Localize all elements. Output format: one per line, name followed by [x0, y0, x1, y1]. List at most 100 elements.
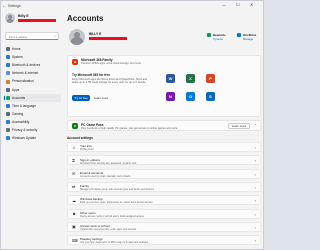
- sidebar-item-label: Gaming: [12, 111, 24, 116]
- chevron-right-icon: ›: [254, 171, 256, 177]
- maximize-button[interactable]: ☐: [236, 2, 240, 7]
- page-title: Accounts: [67, 14, 104, 23]
- settings-row-family[interactable]: ⇄ Family Manage your family group, edit ac…: [67, 181, 261, 192]
- microsoft-365-card: ■ Microsoft 365 Family Premium Office ap…: [67, 55, 261, 117]
- close-button[interactable]: ✕: [250, 2, 253, 7]
- sidebar-user[interactable]: Billy E: [5, 12, 61, 28]
- chevron-right-icon: ›: [254, 145, 256, 150]
- office-app-icon: X: [186, 74, 195, 83]
- setting-icon: ☻: [72, 211, 77, 216]
- account-settings-label: Account settings: [67, 136, 93, 140]
- sidebar-item-label: Apps: [12, 87, 20, 92]
- minimize-button[interactable]: —: [222, 2, 226, 7]
- settings-row-email-accounts[interactable]: ✉ Email & accounts Accounts used by email,…: [67, 168, 261, 179]
- chevron-right-icon: ›: [254, 211, 256, 217]
- office-app-icon: P: [206, 74, 215, 83]
- nav-icon: [6, 63, 10, 68]
- sidebar-item-label: Time & language: [12, 103, 36, 108]
- sidebar-item-personalization[interactable]: Personalization: [3, 77, 61, 85]
- sidebar-item-label: Accounts: [12, 95, 26, 100]
- sidebar: Billy E Find a setting ⌕ Home System Bluet…: [1, 10, 63, 249]
- ms365-heading: Try Microsoft 365 for free: [72, 73, 111, 77]
- nav-icon: [6, 71, 10, 76]
- ms365-description: Enjoy Microsoft apps like Word, Excel an…: [72, 78, 148, 85]
- ms365-subtitle: Premium Office apps, extra cloud storage…: [81, 62, 142, 65]
- sidebar-item-apps[interactable]: Apps: [3, 85, 61, 93]
- setting-icon: ⇄: [72, 184, 76, 190]
- nav-icon: [6, 95, 10, 100]
- settings-row-passkey-settings[interactable]: ⌨ Passkey settings Use your face, fingerpr…: [67, 235, 261, 246]
- game-pass-subtitle: Play hundreds of high-quality PC games, …: [81, 126, 178, 130]
- window-title: Settings: [8, 3, 21, 8]
- ms365-learn-more-button[interactable]: Learn more: [93, 95, 109, 101]
- back-arrow-icon[interactable]: ←: [1, 3, 8, 9]
- user-name: Billy E: [18, 14, 29, 18]
- rewards-icon: [207, 33, 211, 37]
- sidebar-item-privacy-security[interactable]: Privacy & security: [3, 126, 61, 134]
- chevron-right-icon: ›: [254, 198, 256, 204]
- sidebar-item-label: Accessibility: [12, 119, 30, 124]
- settings-row-your-info[interactable]: ☺ Your info Profile photo ›: [67, 142, 261, 152]
- sidebar-item-time-language[interactable]: Time & language: [3, 102, 61, 110]
- redacted-email: [18, 19, 56, 22]
- setting-subtitle: Manage your family group, edit account t…: [80, 188, 154, 192]
- nav-icon: [6, 87, 10, 92]
- setting-icon: ✉: [72, 171, 76, 177]
- settings-row-access-work-or-school[interactable]: ▣ Access work or school Organization resou…: [67, 221, 261, 232]
- sidebar-item-windows-update[interactable]: Windows Update: [3, 134, 61, 142]
- search-icon: ⌕: [54, 34, 56, 38]
- onedrive-manage-link[interactable]: Manage: [243, 37, 256, 41]
- chevron-right-icon: ›: [254, 184, 256, 190]
- nav-icon: [6, 128, 10, 133]
- sidebar-item-accounts[interactable]: Accounts: [3, 93, 61, 102]
- setting-subtitle: Profile photo: [80, 148, 94, 152]
- office-app-icon: W: [166, 74, 175, 83]
- setting-subtitle: Organization resources like email, apps,…: [80, 228, 137, 232]
- setting-subtitle: Back up your files, apps, preferences to…: [80, 201, 153, 205]
- profile-name: BILLY E: [89, 32, 102, 36]
- nav-icon: [6, 103, 10, 108]
- nav-icon: [6, 47, 10, 52]
- rewards-stat[interactable]: Rewards 0 points: [207, 33, 226, 41]
- sidebar-item-label: Bluetooth & devices: [12, 63, 41, 68]
- setting-subtitle: Accounts used by email, calendar, and co…: [80, 174, 131, 178]
- setting-icon: ☺: [72, 144, 77, 150]
- setting-subtitle: Windows Hello, security key, password, d…: [80, 161, 137, 165]
- search-placeholder: Find a setting: [9, 35, 28, 39]
- microsoft-365-icon: ■: [72, 59, 78, 65]
- setting-icon: ⌨: [72, 237, 78, 243]
- sidebar-item-label: Privacy & security: [12, 127, 38, 132]
- onedrive-stat[interactable]: OneDrive Manage: [237, 33, 256, 41]
- profile-avatar: [69, 29, 85, 45]
- settings-row-sign-in-options[interactable]: ⚿ Sign-in options Windows Hello, security …: [67, 155, 261, 166]
- sidebar-item-system[interactable]: System: [3, 53, 61, 61]
- avatar: [5, 13, 15, 23]
- rewards-value: 0 points: [213, 37, 223, 41]
- settings-row-windows-backup[interactable]: ☁ Windows backup Back up your files, apps,…: [67, 195, 261, 206]
- setting-icon: ☁: [72, 197, 76, 203]
- chevron-right-icon: ›: [254, 158, 256, 164]
- chevron-right-icon: ›: [254, 224, 256, 230]
- setting-icon: ⚿: [72, 157, 76, 163]
- search-input[interactable]: Find a setting ⌕: [5, 32, 59, 40]
- game-pass-learn-more-button[interactable]: Learn more: [228, 123, 250, 129]
- sidebar-item-label: Windows Update: [12, 136, 37, 141]
- chevron-down-icon[interactable]: ⌄: [254, 122, 257, 126]
- nav-icon: [6, 111, 10, 116]
- nav-icon: [6, 79, 10, 84]
- settings-row-other-users[interactable]: ☻ Other users Device access, work or schoo…: [67, 208, 261, 219]
- try-for-free-button[interactable]: Try for free: [72, 95, 90, 101]
- sidebar-item-home[interactable]: Home: [3, 45, 61, 53]
- sidebar-item-accessibility[interactable]: Accessibility: [3, 118, 61, 126]
- office-app-icon: O: [186, 92, 195, 101]
- title-bar: ← Settings — ☐ ✕: [1, 1, 263, 10]
- sidebar-item-network-internet[interactable]: Network & internet: [3, 69, 61, 77]
- setting-subtitle: Use your face, fingerprint, or PIN to si…: [80, 241, 149, 245]
- sidebar-item-gaming[interactable]: Gaming: [3, 110, 61, 118]
- setting-icon: ▣: [72, 224, 76, 230]
- sidebar-item-label: Personalization: [12, 79, 34, 84]
- sidebar-item-label: Network & internet: [12, 71, 39, 76]
- sidebar-item-bluetooth-devices[interactable]: Bluetooth & devices: [3, 61, 61, 69]
- sidebar-nav: Home System Bluetooth & devices Network & i…: [3, 45, 61, 142]
- chevron-right-icon: ›: [254, 238, 256, 244]
